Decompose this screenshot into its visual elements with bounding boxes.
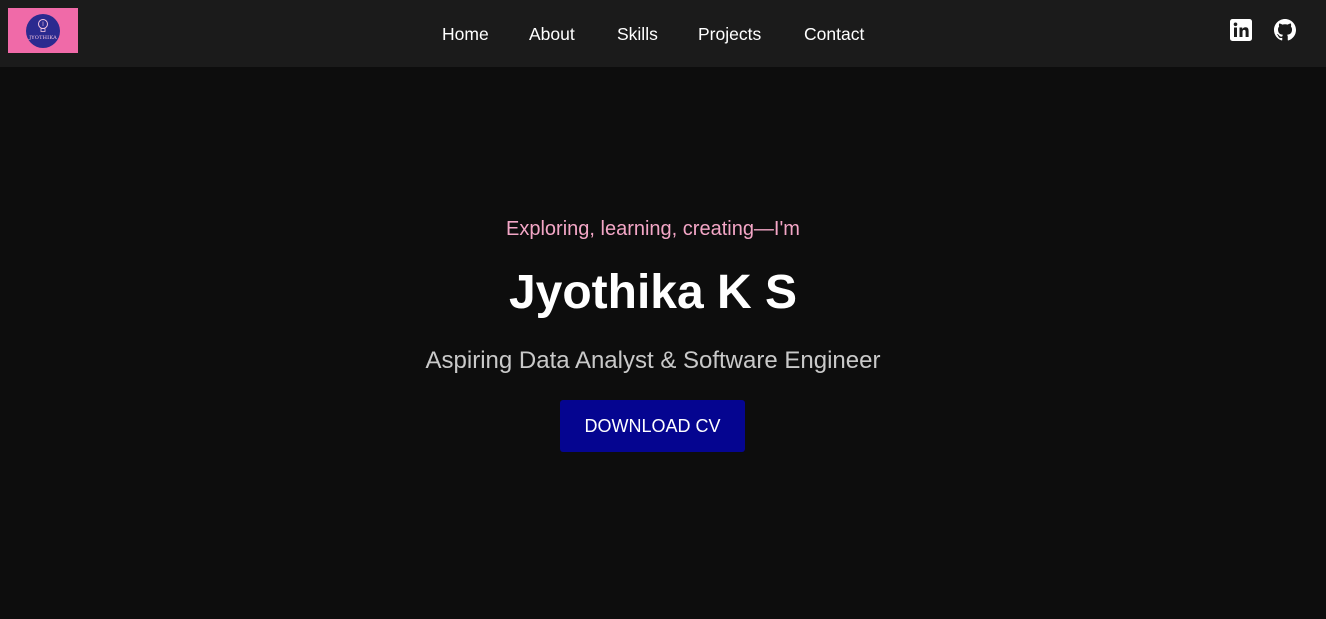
- navbar: JYOTHIKA Home About Skills Projects Cont…: [0, 0, 1326, 67]
- download-cv-button[interactable]: DOWNLOAD CV: [560, 400, 745, 452]
- github-icon[interactable]: [1274, 19, 1296, 41]
- nav-projects[interactable]: Projects: [698, 23, 761, 45]
- nav-skills[interactable]: Skills: [617, 23, 658, 45]
- hero-tagline: Exploring, learning, creating—I'm: [506, 218, 800, 240]
- hero-role: Aspiring Data Analyst & Software Enginee…: [425, 347, 881, 374]
- hero-name: Jyothika K S: [508, 266, 798, 319]
- nav-contact[interactable]: Contact: [804, 23, 864, 45]
- nav-menu: Home About Skills Projects Contact: [0, 0, 1326, 67]
- linkedin-icon[interactable]: [1230, 19, 1252, 41]
- nav-about[interactable]: About: [529, 23, 575, 45]
- nav-home[interactable]: Home: [442, 23, 489, 45]
